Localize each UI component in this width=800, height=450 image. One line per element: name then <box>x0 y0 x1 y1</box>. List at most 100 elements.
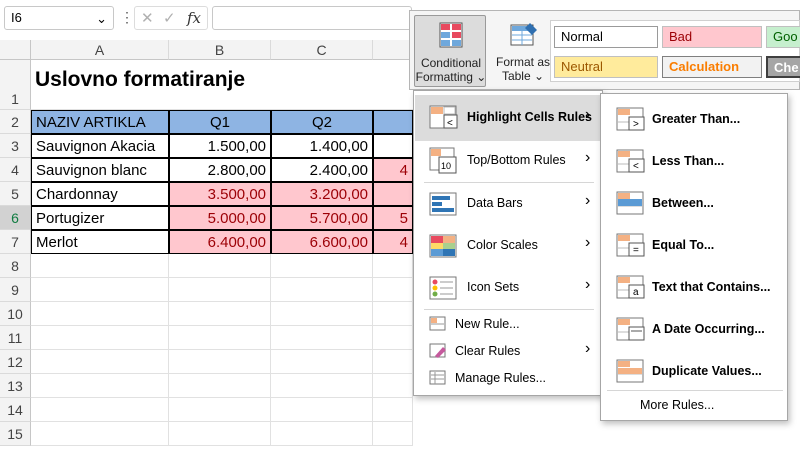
header-cell-q1[interactable]: Q1 <box>169 110 271 134</box>
sheet-title[interactable]: Uslovno formatiranje <box>31 62 413 110</box>
empty-cell[interactable] <box>31 350 169 374</box>
column-header-b[interactable]: B <box>169 40 271 60</box>
select-all-corner[interactable] <box>0 40 31 60</box>
empty-cell[interactable] <box>373 302 413 326</box>
menu-item-top-bottom-rules[interactable]: 10 Top/Bottom Rules › <box>415 141 602 181</box>
row-header[interactable]: 6 <box>0 206 31 230</box>
formula-input[interactable] <box>212 6 412 30</box>
conditional-formatting-button[interactable]: Conditional Formatting ⌄ <box>414 15 486 87</box>
cell-q3[interactable]: 5 <box>373 206 413 230</box>
menu-item-text-contains[interactable]: a Text that Contains... <box>602 268 787 308</box>
menu-item-more-rules[interactable]: More Rules... <box>602 394 787 418</box>
menu-item-data-bars[interactable]: Data Bars › <box>415 184 602 224</box>
cell-q1[interactable]: 6.400,00 <box>169 230 271 254</box>
cell-q1[interactable]: 5.000,00 <box>169 206 271 230</box>
menu-item-clear-rules[interactable]: Clear Rules › <box>415 339 602 365</box>
empty-cell[interactable] <box>271 422 373 446</box>
cell-q3[interactable] <box>373 134 413 158</box>
format-as-table-button[interactable]: Format as Table ⌄ <box>492 15 554 87</box>
menu-item-duplicate-values[interactable]: Duplicate Values... <box>602 352 787 392</box>
row-header[interactable]: 10 <box>0 302 31 326</box>
empty-cell[interactable] <box>31 374 169 398</box>
header-cell-name[interactable]: NAZIV ARTIKLA <box>31 110 169 134</box>
enter-icon[interactable]: ✓ <box>163 9 176 27</box>
menu-item-date-occurring[interactable]: A Date Occurring... <box>602 310 787 350</box>
empty-cell[interactable] <box>373 422 413 446</box>
empty-cell[interactable] <box>271 374 373 398</box>
row-header[interactable]: 5 <box>0 182 31 206</box>
fx-icon[interactable]: fx <box>187 9 201 27</box>
cell-q1[interactable]: 2.800,00 <box>169 158 271 182</box>
menu-dots-icon[interactable]: ⋮ <box>120 9 134 26</box>
column-header-a[interactable]: A <box>31 40 169 60</box>
column-header-c[interactable]: C <box>271 40 373 60</box>
header-cell-q3[interactable] <box>373 110 413 134</box>
style-good[interactable]: Goo <box>766 26 800 48</box>
row-header[interactable]: 15 <box>0 422 31 446</box>
cell-q2[interactable]: 2.400,00 <box>271 158 373 182</box>
chevron-down-icon[interactable]: ⌄ <box>96 11 107 27</box>
cell-item-name[interactable]: Merlot <box>31 230 169 254</box>
row-header[interactable]: 3 <box>0 134 31 158</box>
empty-cell[interactable] <box>169 302 271 326</box>
cell-q1[interactable]: 1.500,00 <box>169 134 271 158</box>
menu-item-less-than[interactable]: < Less Than... <box>602 142 787 182</box>
style-normal[interactable]: Normal <box>554 26 658 48</box>
empty-cell[interactable] <box>373 398 413 422</box>
row-header[interactable]: 8 <box>0 254 31 278</box>
empty-cell[interactable] <box>169 278 271 302</box>
column-header-d[interactable] <box>373 40 413 60</box>
menu-item-greater-than[interactable]: > Greater Than... <box>602 100 787 140</box>
empty-cell[interactable] <box>271 398 373 422</box>
cell-q2[interactable]: 3.200,00 <box>271 182 373 206</box>
empty-cell[interactable] <box>31 302 169 326</box>
empty-cell[interactable] <box>169 350 271 374</box>
empty-cell[interactable] <box>271 254 373 278</box>
cell-item-name[interactable]: Sauvignon blanc <box>31 158 169 182</box>
menu-item-manage-rules[interactable]: Manage Rules... <box>415 366 602 392</box>
row-header[interactable]: 11 <box>0 326 31 350</box>
cell-q2[interactable]: 5.700,00 <box>271 206 373 230</box>
row-header[interactable]: 14 <box>0 398 31 422</box>
empty-cell[interactable] <box>31 254 169 278</box>
empty-cell[interactable] <box>271 350 373 374</box>
style-check[interactable]: Che <box>766 56 800 78</box>
empty-cell[interactable] <box>169 374 271 398</box>
empty-cell[interactable] <box>169 398 271 422</box>
menu-item-new-rule[interactable]: New Rule... <box>415 312 602 338</box>
cancel-icon[interactable]: ✕ <box>141 9 154 27</box>
header-cell-q2[interactable]: Q2 <box>271 110 373 134</box>
row-header[interactable]: 2 <box>0 110 31 134</box>
cell-item-name[interactable]: Chardonnay <box>31 182 169 206</box>
empty-cell[interactable] <box>271 326 373 350</box>
style-neutral[interactable]: Neutral <box>554 56 658 78</box>
cell-q3[interactable] <box>373 182 413 206</box>
cell-item-name[interactable]: Sauvignon Akacia <box>31 134 169 158</box>
cell-q2[interactable]: 1.400,00 <box>271 134 373 158</box>
menu-item-between[interactable]: Between... <box>602 184 787 224</box>
cell-q2[interactable]: 6.600,00 <box>271 230 373 254</box>
name-box[interactable]: I6 ⌄ <box>4 6 114 30</box>
empty-cell[interactable] <box>31 398 169 422</box>
empty-cell[interactable] <box>31 278 169 302</box>
cell-q1[interactable]: 3.500,00 <box>169 182 271 206</box>
empty-cell[interactable] <box>373 278 413 302</box>
menu-item-color-scales[interactable]: Color Scales › <box>415 226 602 266</box>
empty-cell[interactable] <box>373 374 413 398</box>
cell-q3[interactable]: 4 <box>373 230 413 254</box>
menu-item-equal-to[interactable]: = Equal To... <box>602 226 787 266</box>
empty-cell[interactable] <box>169 326 271 350</box>
empty-cell[interactable] <box>271 278 373 302</box>
cell-q3[interactable]: 4 <box>373 158 413 182</box>
cell-item-name[interactable]: Portugizer <box>31 206 169 230</box>
row-header[interactable]: 13 <box>0 374 31 398</box>
empty-cell[interactable] <box>31 326 169 350</box>
empty-cell[interactable] <box>169 254 271 278</box>
menu-item-icon-sets[interactable]: Icon Sets › <box>415 268 602 308</box>
row-header[interactable]: 4 <box>0 158 31 182</box>
empty-cell[interactable] <box>373 326 413 350</box>
row-header[interactable]: 9 <box>0 278 31 302</box>
style-bad[interactable]: Bad <box>662 26 762 48</box>
empty-cell[interactable] <box>271 302 373 326</box>
menu-item-highlight-cells-rules[interactable]: < Highlight Cells Rules › <box>415 95 602 141</box>
